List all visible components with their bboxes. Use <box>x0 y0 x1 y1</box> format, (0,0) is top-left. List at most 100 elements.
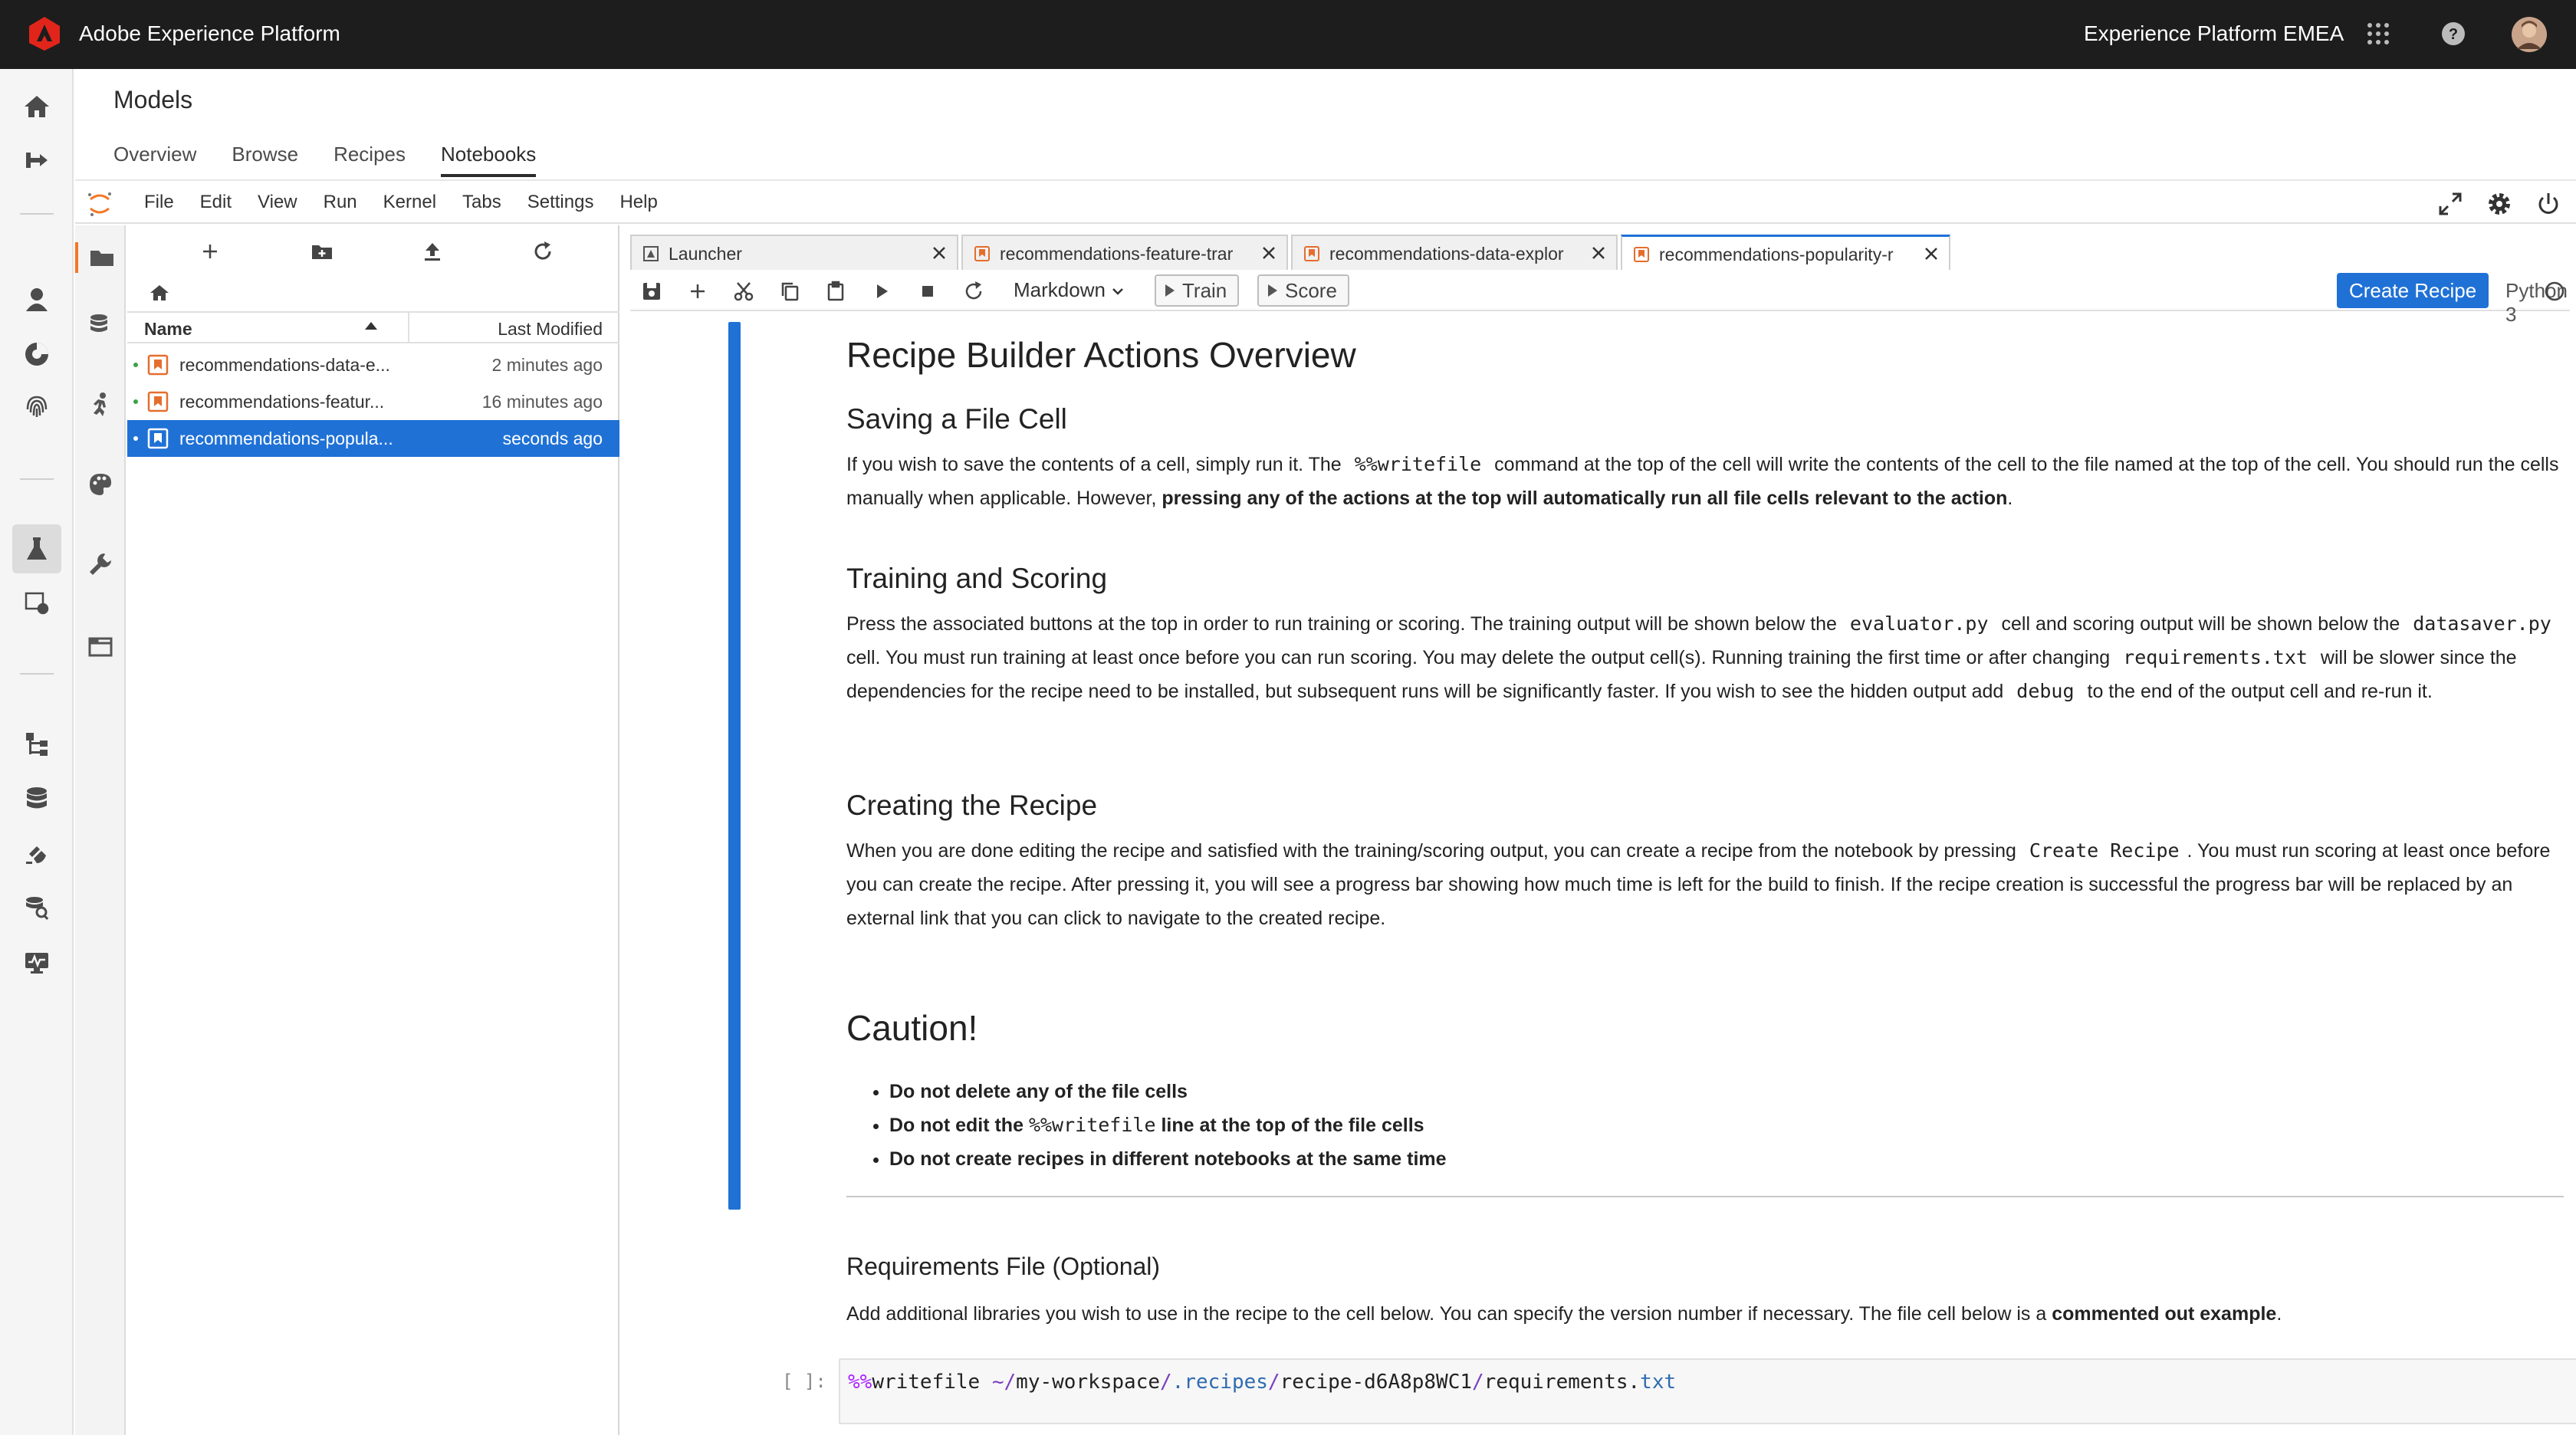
sources-icon[interactable] <box>18 725 55 762</box>
file-modified: seconds ago <box>502 429 603 448</box>
close-icon[interactable] <box>929 243 949 263</box>
menu-help[interactable]: Help <box>619 192 657 213</box>
paragraph-text: cell. You must run training at least onc… <box>846 647 2111 668</box>
caution-item: Do not edit the %%writefile line at the … <box>889 1108 2564 1142</box>
queries-icon[interactable] <box>18 889 55 926</box>
power-icon[interactable] <box>2533 189 2564 219</box>
services-icon[interactable] <box>18 584 55 621</box>
file-row-selected[interactable]: recommendations-popula... seconds ago <box>127 420 619 457</box>
new-folder-icon[interactable] <box>307 236 337 267</box>
wrench-icon[interactable] <box>85 549 116 580</box>
data-explorer-icon[interactable] <box>85 308 116 339</box>
menu-tabs[interactable]: Tabs <box>462 192 501 213</box>
save-icon[interactable] <box>638 277 665 305</box>
paragraph-text: . <box>2007 488 2013 509</box>
tab-recipes[interactable]: Recipes <box>334 143 406 177</box>
menu-edit[interactable]: Edit <box>200 192 232 213</box>
tab-browse[interactable]: Browse <box>232 143 298 177</box>
models-icon[interactable] <box>12 524 61 573</box>
refresh-icon[interactable] <box>527 236 558 267</box>
caution-item: Do not delete any of the file cells <box>889 1075 2564 1108</box>
workflows-icon[interactable] <box>18 142 55 179</box>
rail-divider <box>20 673 54 675</box>
adobe-logo-icon[interactable] <box>26 15 63 52</box>
help-icon[interactable]: ? <box>2438 18 2469 49</box>
caution-list: Do not delete any of the file cells Do n… <box>846 1075 2564 1176</box>
copy-icon[interactable] <box>776 277 803 305</box>
requirements-title: Requirements File <box>846 1253 1046 1280</box>
home-folder-icon[interactable] <box>146 279 173 307</box>
doc-tab-label: recommendations-feature-trar <box>1000 244 1234 264</box>
datasets-icon[interactable] <box>18 780 55 817</box>
running-icon[interactable] <box>85 389 116 420</box>
tabs-icon[interactable] <box>85 632 116 662</box>
tab-overview[interactable]: Overview <box>113 143 196 177</box>
score-button[interactable]: Score <box>1257 274 1349 307</box>
code-cell[interactable]: %%writefile ~/my-workspace/.recipes/reci… <box>839 1358 2576 1424</box>
cell-type-dropdown[interactable]: Markdown <box>1014 278 1125 302</box>
paste-icon[interactable] <box>822 277 849 305</box>
close-icon[interactable] <box>1259 243 1279 263</box>
menu-run[interactable]: Run <box>324 192 357 213</box>
apps-grid-icon[interactable] <box>2363 18 2394 49</box>
tab-notebooks[interactable]: Notebooks <box>441 143 537 177</box>
user-avatar[interactable] <box>2512 17 2547 52</box>
notebook-file-icon <box>1634 247 1649 262</box>
org-switcher[interactable]: Experience Platform EMEA <box>2084 21 2344 46</box>
inline-code: datasaver.py <box>2413 612 2551 635</box>
fullscreen-icon[interactable] <box>2435 189 2466 219</box>
rail-divider <box>20 213 54 215</box>
segments-icon[interactable] <box>18 336 55 373</box>
code-token: / <box>1472 1371 1484 1394</box>
active-cell-indicator[interactable] <box>728 322 741 1210</box>
caution-text: line at the top of the file cells <box>1161 1115 1424 1136</box>
profiles-icon[interactable] <box>18 281 55 317</box>
close-icon[interactable] <box>1589 243 1608 263</box>
column-name-header[interactable]: Name <box>144 319 192 340</box>
requirements-paragraph: Add additional libraries you wish to use… <box>846 1297 2564 1331</box>
cut-icon[interactable] <box>730 277 757 305</box>
section-paragraph: Press the associated buttons at the top … <box>846 607 2564 708</box>
chevron-down-icon <box>1112 288 1124 295</box>
doc-tab-popularity-recipe[interactable]: recommendations-popularity-r <box>1621 235 1950 270</box>
running-indicator <box>133 436 138 441</box>
code-cell-prompt: [ ]: <box>782 1371 826 1392</box>
caution-item: Do not create recipes in different noteb… <box>889 1142 2564 1176</box>
notebook-toolbar: Markdown Train Score Create Recipe Pytho… <box>630 270 2570 326</box>
caution-heading: Caution! <box>846 1008 978 1048</box>
paragraph-text: cell and scoring output will be shown be… <box>2001 613 2400 635</box>
menu-view[interactable]: View <box>258 192 297 213</box>
column-modified-header[interactable]: Last Modified <box>498 319 603 340</box>
close-icon[interactable] <box>1921 244 1941 264</box>
app-name[interactable]: Adobe Experience Platform <box>79 21 340 46</box>
menu-kernel[interactable]: Kernel <box>383 192 436 213</box>
code-token: txt <box>1640 1371 1677 1394</box>
gear-icon[interactable] <box>2484 189 2515 219</box>
notebook-dock: Launcher recommendations-feature-trar re… <box>621 225 2576 1435</box>
create-recipe-button[interactable]: Create Recipe <box>2337 273 2489 308</box>
monitoring-icon[interactable] <box>18 944 55 981</box>
doc-tab-label: recommendations-data-explor <box>1329 244 1564 264</box>
folder-icon[interactable] <box>75 242 126 273</box>
sort-ascending-icon[interactable] <box>365 322 377 330</box>
train-button[interactable]: Train <box>1155 274 1240 307</box>
destinations-icon[interactable] <box>18 836 55 872</box>
doc-tab-data-exploration[interactable]: recommendations-data-explor <box>1291 235 1618 270</box>
new-launcher-icon[interactable] <box>195 236 225 267</box>
home-icon[interactable] <box>18 88 55 125</box>
menu-items: File Edit View Run Kernel Tabs Settings … <box>144 192 684 213</box>
restart-kernel-icon[interactable] <box>960 277 987 305</box>
run-cell-icon[interactable] <box>868 277 895 305</box>
file-name: recommendations-featur... <box>179 392 385 412</box>
file-row[interactable]: recommendations-featur... 16 minutes ago <box>127 383 619 420</box>
menu-settings[interactable]: Settings <box>527 192 594 213</box>
stop-icon[interactable] <box>914 277 941 305</box>
palette-icon[interactable] <box>85 469 116 500</box>
doc-tab-feature-training[interactable]: recommendations-feature-trar <box>961 235 1288 270</box>
identities-icon[interactable] <box>18 388 55 425</box>
file-row[interactable]: recommendations-data-e... 2 minutes ago <box>127 346 619 383</box>
doc-tab-launcher[interactable]: Launcher <box>630 235 958 270</box>
menu-file[interactable]: File <box>144 192 174 213</box>
add-cell-icon[interactable] <box>684 277 711 305</box>
upload-icon[interactable] <box>417 236 448 267</box>
